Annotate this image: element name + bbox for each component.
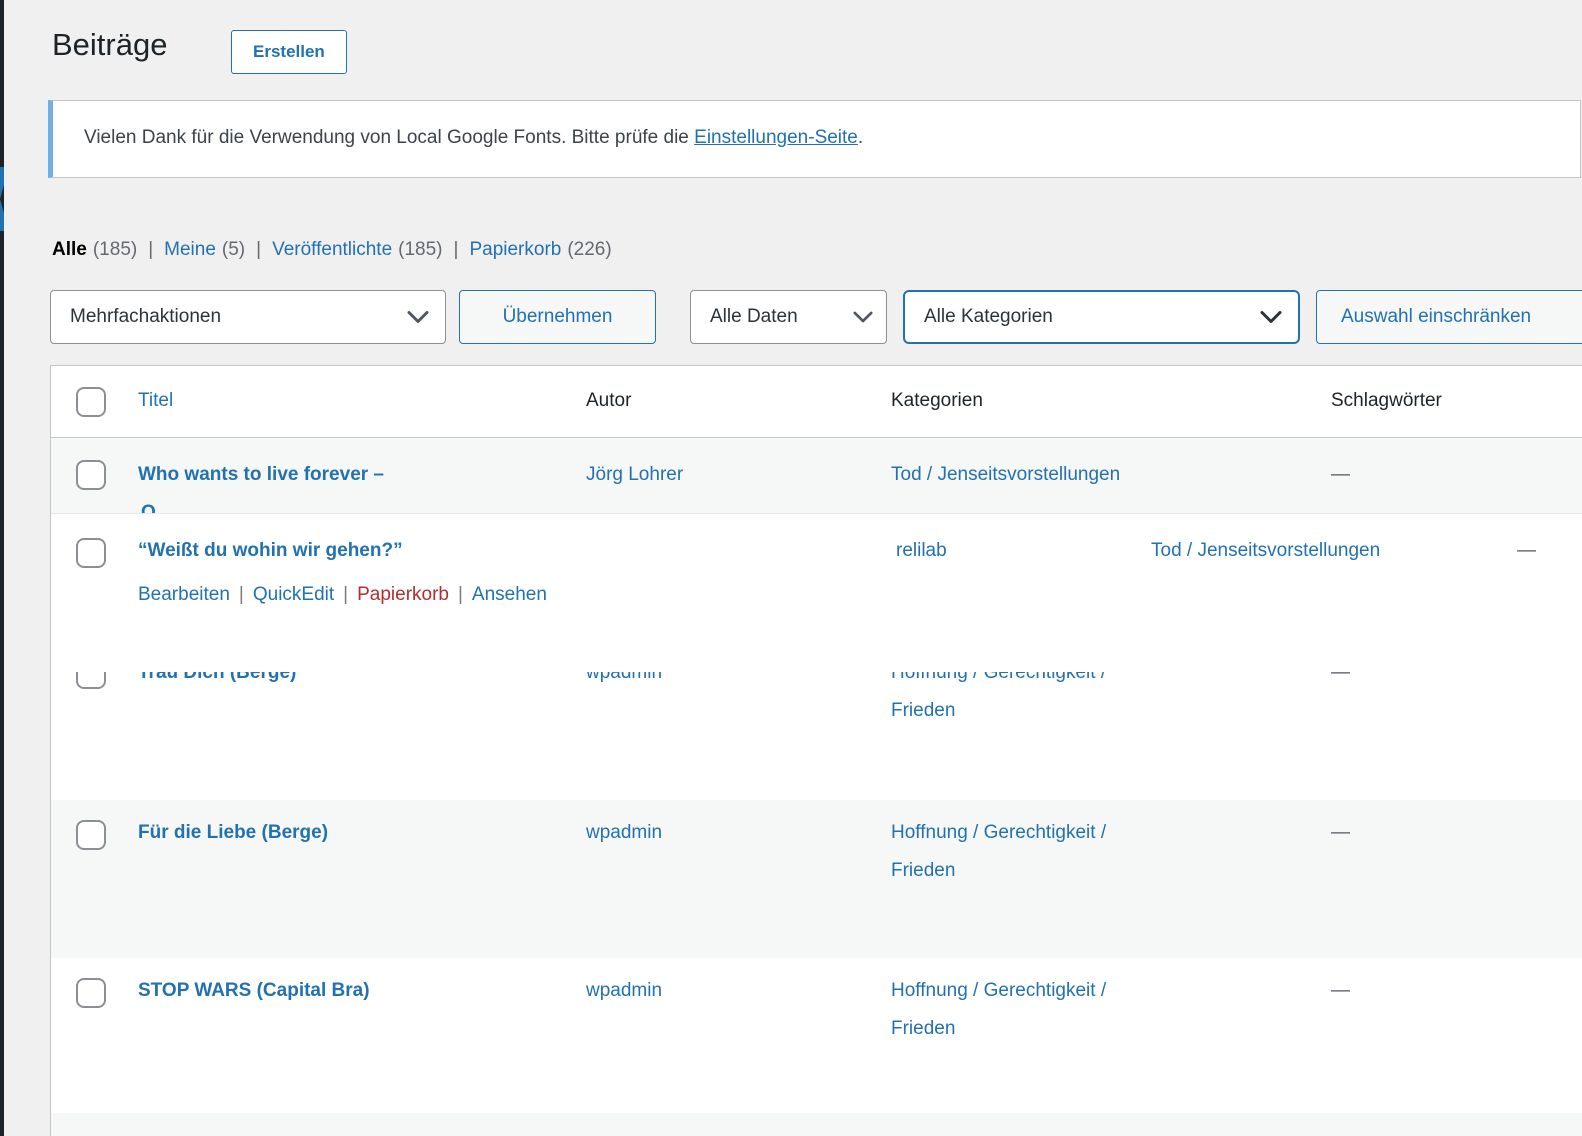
edit-action-link[interactable]: Bearbeiten: [138, 584, 230, 605]
category-link[interactable]: Frieden: [891, 700, 955, 722]
column-header-kategorien: Kategorien: [891, 390, 983, 412]
category-filter-select[interactable]: Alle Kategorien: [903, 290, 1300, 344]
admin-notice: Vielen Dank für die Verwendung von Local…: [48, 100, 1581, 178]
author-link[interactable]: relilab: [896, 540, 947, 562]
action-separator: |: [458, 584, 463, 605]
author-link[interactable]: wpadmin: [586, 822, 662, 844]
notice-text: Vielen Dank für die Verwendung von Local…: [84, 127, 694, 148]
notice-message: Vielen Dank für die Verwendung von Local…: [53, 101, 1580, 175]
column-header-schlagwoerter: Schlagwörter: [1331, 390, 1442, 412]
settings-page-link[interactable]: Einstellungen-Seite: [694, 127, 858, 148]
post-title-link[interactable]: “Weißt du wohin wir gehen?”: [138, 540, 403, 562]
filter-link-meine[interactable]: Meine(5): [164, 239, 245, 260]
post-title-link[interactable]: STOP WARS (Capital Bra): [138, 980, 370, 1002]
view-action-link[interactable]: Ansehen: [472, 584, 547, 605]
action-separator: |: [343, 584, 348, 605]
bulk-actions-select[interactable]: Mehrfachaktionen: [50, 290, 446, 344]
row-checkbox[interactable]: [76, 820, 106, 850]
filter-separator: |: [454, 239, 459, 261]
category-link[interactable]: Frieden: [891, 860, 955, 882]
tags-empty-dash: —: [1517, 540, 1536, 562]
category-link[interactable]: Tod / Jenseitsvorstellungen: [891, 464, 1120, 486]
filter-count: (5): [222, 239, 245, 260]
filter-separator: |: [256, 239, 261, 261]
bulk-actions-value: Mehrfachaktionen: [70, 306, 221, 328]
table-row: STOP WARS (Capital Bra) wpadmin Hoffnung…: [51, 958, 1582, 1113]
author-link[interactable]: Jörg Lohrer: [586, 464, 683, 486]
filter-count: (226): [567, 239, 611, 260]
posts-table: Titel Autor Kategorien Schlagwörter Who …: [50, 365, 1582, 1136]
filter-separator: |: [148, 239, 153, 261]
category-filter-value: Alle Kategorien: [924, 306, 1053, 328]
table-row-hovered: “Weißt du wohin wir gehen?” Bearbeiten | Q…: [51, 513, 1582, 672]
row-checkbox[interactable]: [76, 978, 106, 1008]
tags-empty-dash: —: [1331, 822, 1350, 844]
filter-count: (185): [398, 239, 442, 260]
table-row: Für die Liebe (Berge) wpadmin Hoffnung /…: [51, 800, 1582, 958]
post-title-link[interactable]: Who wants to live forever –: [138, 464, 384, 486]
tags-empty-dash: —: [1331, 464, 1350, 486]
trash-action-link[interactable]: Papierkorb: [357, 584, 449, 605]
row-checkbox[interactable]: [76, 460, 106, 490]
table-row-empty: [51, 1113, 1582, 1136]
chevron-down-icon: [407, 311, 429, 324]
apply-button[interactable]: Übernehmen: [459, 290, 656, 344]
column-header-autor: Autor: [586, 390, 631, 412]
chevron-down-icon: [853, 311, 873, 323]
page-title: Beiträge: [52, 27, 167, 63]
filter-count: (185): [93, 239, 137, 260]
create-post-button[interactable]: Erstellen: [231, 30, 347, 74]
table-header-row: Titel Autor Kategorien Schlagwörter: [51, 366, 1582, 438]
filter-link-alle[interactable]: Alle(185): [52, 239, 137, 260]
category-link[interactable]: Frieden: [891, 1018, 955, 1040]
action-separator: |: [239, 584, 244, 605]
notice-text-end: .: [858, 127, 863, 148]
quick-edit-action-link[interactable]: QuickEdit: [253, 584, 334, 605]
row-checkbox[interactable]: [76, 538, 106, 568]
column-header-titel[interactable]: Titel: [138, 390, 173, 412]
status-filter-links: Alle(185) | Meine(5) | Veröffentlichte(1…: [52, 239, 612, 261]
category-link[interactable]: Tod / Jenseitsvorstellungen: [1151, 540, 1380, 562]
chevron-down-icon: [1260, 311, 1282, 324]
date-filter-value: Alle Daten: [710, 306, 798, 328]
post-title-link[interactable]: Für die Liebe (Berge): [138, 822, 328, 844]
limit-selection-button[interactable]: Auswahl einschränken: [1316, 290, 1582, 344]
filter-link-papierkorb[interactable]: Papierkorb(226): [469, 239, 611, 260]
wordpress-posts-screen: Beiträge Erstellen Vielen Dank für die V…: [0, 0, 1582, 1136]
tags-empty-dash: —: [1331, 980, 1350, 1002]
row-actions: Bearbeiten | QuickEdit | Papierkorb | Ansehen: [138, 584, 547, 606]
category-link[interactable]: Hoffnung / Gerechtigkeit /: [891, 980, 1106, 1002]
list-table-controls: Mehrfachaktionen Übernehmen Alle Daten A…: [0, 290, 1582, 344]
author-link[interactable]: wpadmin: [586, 980, 662, 1002]
select-all-checkbox[interactable]: [76, 387, 106, 417]
category-link[interactable]: Hoffnung / Gerechtigkeit /: [891, 822, 1106, 844]
filter-link-veroeffentlichte[interactable]: Veröffentlichte(185): [272, 239, 442, 260]
date-filter-select[interactable]: Alle Daten: [690, 290, 887, 344]
